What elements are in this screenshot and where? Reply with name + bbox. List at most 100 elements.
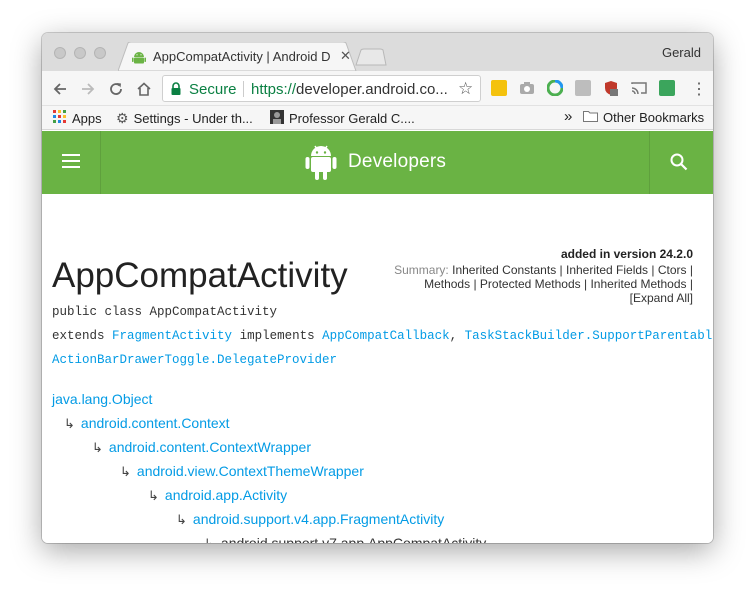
reload-button[interactable] (105, 78, 127, 100)
minimize-window-button[interactable] (74, 47, 86, 59)
hierarchy-item-0: java.lang.Object (52, 391, 152, 407)
implements-keyword: implements (239, 329, 315, 343)
hierarchy-link[interactable]: android.content.ContextWrapper (109, 439, 311, 455)
apps-grid-icon (53, 110, 67, 127)
bookmark-apps[interactable]: Apps (53, 110, 102, 127)
maximize-window-button[interactable] (94, 47, 106, 59)
summary-link-ctors[interactable]: Ctors (658, 263, 687, 277)
extension-color-icon[interactable] (546, 79, 564, 97)
bookmarks-bar: Apps ⚙ Settings - Under th... Professor … (42, 106, 713, 130)
tab-close-icon[interactable]: ✕ (340, 48, 351, 64)
summary-separator: | (689, 277, 693, 291)
bookmark-label: Professor Gerald C.... (289, 111, 415, 126)
tab-strip: AppCompatActivity | Android D ✕ Gerald (42, 33, 713, 71)
bookmarks-overflow-button[interactable]: » (564, 108, 572, 125)
header-divider (100, 131, 101, 194)
subclass-arrow-icon: ↳ (64, 416, 75, 431)
back-button[interactable] (49, 78, 71, 100)
forward-button[interactable] (77, 78, 99, 100)
bookmark-label: Apps (72, 111, 102, 126)
hierarchy-item-6: ↳ android.support.v7.app.AppCompatActivit… (204, 535, 486, 543)
reload-icon (110, 83, 122, 95)
back-arrow-icon (53, 83, 66, 95)
url-host: developer.android.co... (296, 81, 448, 98)
api-level-label: added in version 24.2.0 (560, 247, 693, 261)
bookmark-star-icon[interactable]: ☆ (458, 79, 473, 99)
site-brand[interactable]: Developers (348, 151, 446, 173)
summary-link-inherited-fields[interactable]: Inherited Fields (566, 263, 648, 277)
summary-link-inherited-methods[interactable]: Inherited Methods (590, 277, 686, 291)
summary-label: Summary: (394, 263, 449, 277)
forward-arrow-icon (82, 83, 95, 95)
tab-active[interactable]: AppCompatActivity | Android D ✕ (118, 42, 358, 71)
subclass-arrow-icon: ↳ (92, 440, 103, 455)
hierarchy-link[interactable]: android.view.ContextThemeWrapper (137, 463, 364, 479)
hierarchy-link[interactable]: java.lang.Object (52, 391, 152, 407)
class-implements-line: ActionBarDrawerToggle.DelegateProvider (52, 353, 337, 367)
subclass-arrow-icon: ↳ (120, 464, 131, 479)
url-text: https://developer.android.co... (251, 81, 451, 98)
summary-link-methods[interactable]: Methods (424, 277, 470, 291)
camera-icon[interactable] (519, 80, 535, 96)
extension-shield-icon[interactable] (603, 80, 619, 96)
extends-keyword: extends (52, 329, 105, 343)
summary-separator: | (689, 263, 693, 277)
bookmark-settings[interactable]: ⚙ Settings - Under th... (116, 110, 253, 127)
summary-separator: | (473, 277, 477, 291)
subclass-arrow-icon: ↳ (148, 488, 159, 503)
summary-separator: | (559, 263, 563, 277)
avatar-icon (270, 110, 284, 127)
url-scheme: https:// (251, 81, 297, 98)
summary-nav: Summary: Inherited Constants | Inherited… (373, 263, 693, 305)
class-extends-line: extends FragmentActivity implements AppC… (52, 329, 713, 343)
bookmark-professor[interactable]: Professor Gerald C.... (270, 110, 415, 127)
new-tab-button[interactable] (354, 48, 388, 66)
hierarchy-link[interactable]: android.app.Activity (165, 487, 287, 503)
hierarchy-item-4: ↳ android.app.Activity (148, 487, 287, 504)
summary-separator: | (651, 263, 655, 277)
site-header: Developers (42, 131, 713, 194)
link-delegateprovider[interactable]: ActionBarDrawerToggle.DelegateProvider (52, 353, 337, 367)
hamburger-menu-icon[interactable] (62, 154, 80, 168)
cast-icon[interactable] (631, 80, 647, 96)
summary-link-protected-methods[interactable]: Protected Methods (480, 277, 581, 291)
hierarchy-link[interactable]: android.content.Context (81, 415, 230, 431)
class-declaration: public class AppCompatActivity (52, 305, 278, 319)
omnibox-divider (243, 81, 244, 97)
browser-window: AppCompatActivity | Android D ✕ Gerald S… (42, 33, 713, 543)
address-bar[interactable]: Secure https://developer.android.co... ☆ (162, 75, 481, 102)
profile-name[interactable]: Gerald (662, 45, 701, 60)
tab-title: AppCompatActivity | Android D (153, 49, 331, 64)
hierarchy-item-1: ↳ android.content.Context (64, 415, 230, 432)
search-icon[interactable] (669, 152, 689, 177)
other-bookmarks-folder[interactable]: Other Bookmarks (583, 110, 704, 125)
link-supportparentable[interactable]: TaskStackBuilder.SupportParentable (465, 329, 713, 343)
header-divider (649, 131, 650, 194)
hierarchy-item-3: ↳ android.view.ContextThemeWrapper (120, 463, 364, 480)
hierarchy-item-2: ↳ android.content.ContextWrapper (92, 439, 311, 456)
cors-extension-icon[interactable] (659, 80, 675, 96)
summary-separator: | (584, 277, 588, 291)
link-fragmentactivity[interactable]: FragmentActivity (112, 329, 232, 343)
home-button[interactable] (133, 78, 155, 100)
lock-icon (170, 82, 182, 101)
close-window-button[interactable] (54, 47, 66, 59)
browser-toolbar: Secure https://developer.android.co... ☆… (42, 71, 713, 106)
hierarchy-link[interactable]: android.support.v4.app.FragmentActivity (193, 511, 444, 527)
page-title: AppCompatActivity (52, 256, 348, 295)
subclass-arrow-icon: ↳ (204, 536, 215, 543)
home-icon (137, 82, 151, 96)
summary-link-inherited-constants[interactable]: Inherited Constants (452, 263, 556, 277)
page-content: Developers AppCompatActivity added in ve… (42, 131, 713, 543)
folder-icon (583, 110, 598, 125)
browser-menu-icon[interactable]: ⋮ (691, 79, 707, 99)
link-appcompatcallback[interactable]: AppCompatCallback (322, 329, 450, 343)
comma: , (449, 329, 458, 343)
gear-icon: ⚙ (116, 110, 129, 126)
extension-grey-icon[interactable] (575, 80, 591, 96)
hierarchy-current-class: android.support.v7.app.AppCompatActivity (220, 535, 487, 543)
android-logo-icon[interactable] (305, 143, 337, 186)
expand-all-link[interactable]: [Expand All] (630, 291, 693, 305)
bookmark-label: Settings - Under th... (133, 111, 253, 126)
extension-notes-icon[interactable] (491, 80, 507, 96)
